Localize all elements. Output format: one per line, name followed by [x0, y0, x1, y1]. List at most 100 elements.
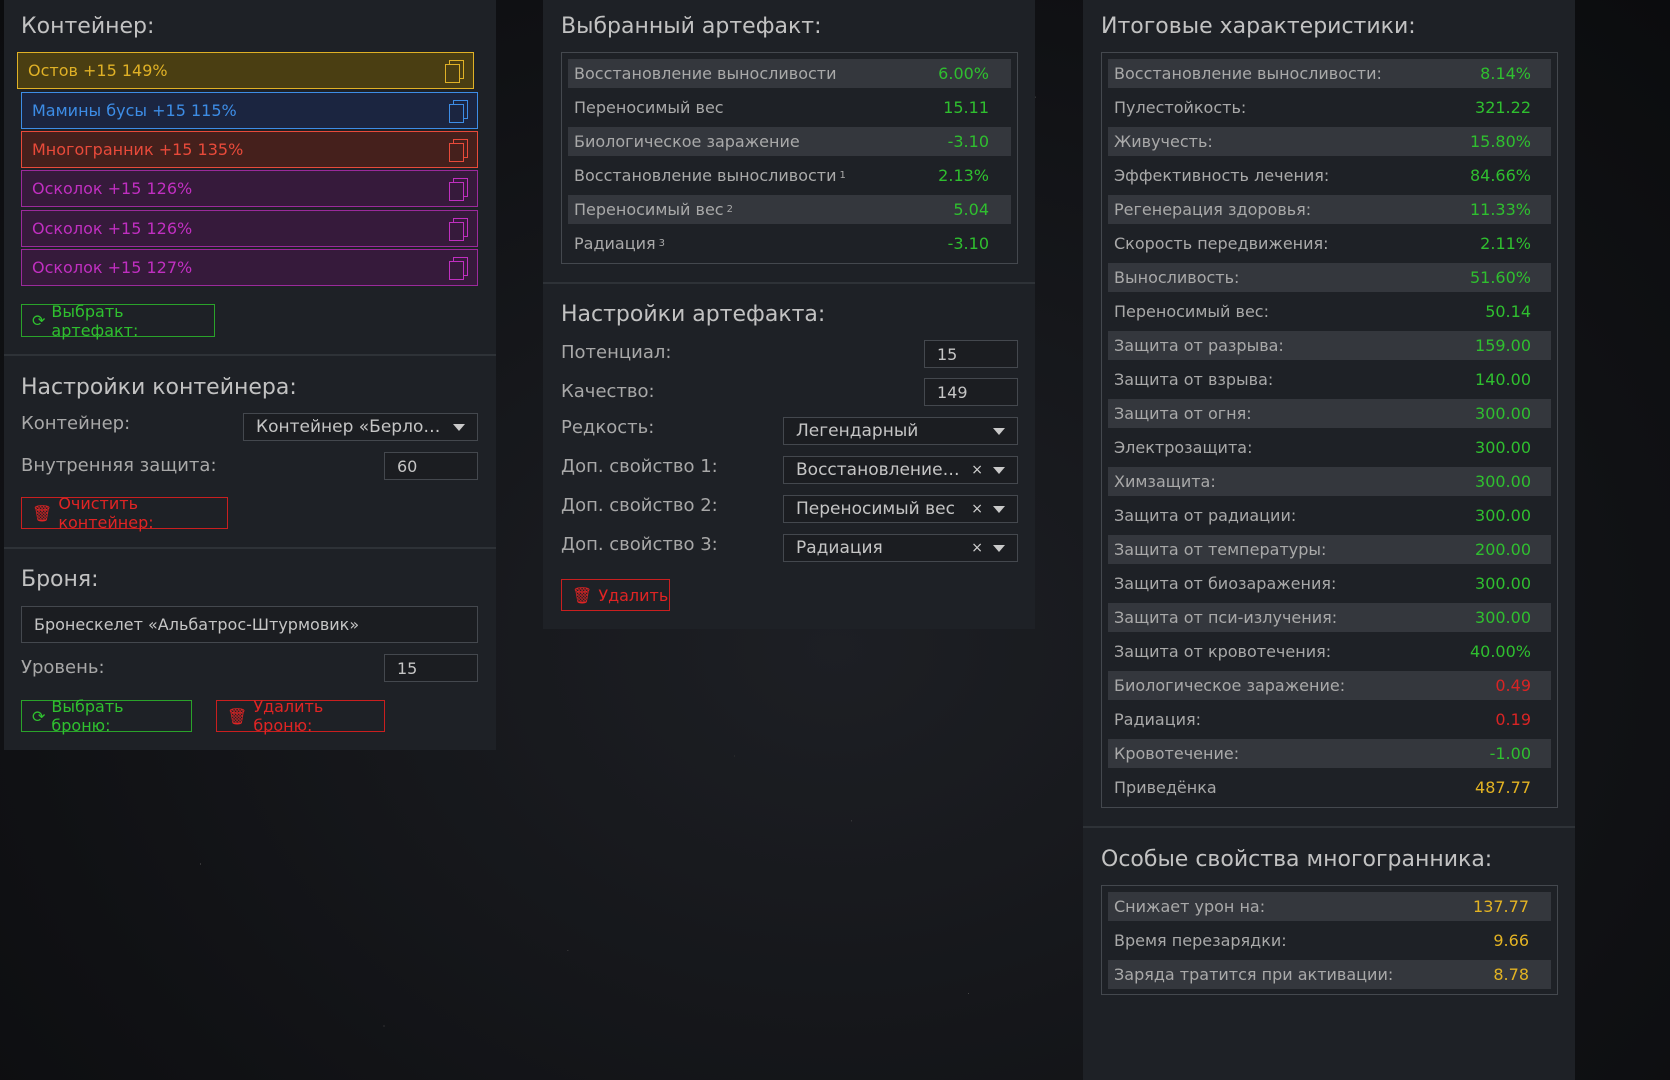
stat-row: Восстановление выносливости 6.00%: [568, 59, 1011, 88]
stat-row: Восстановление выносливости 1 2.13%: [568, 161, 1011, 190]
potential-label: Потенциал:: [561, 342, 672, 363]
total-value: 0.19: [1495, 710, 1531, 729]
prop1-select[interactable]: Восстановление в... ×: [783, 456, 1018, 484]
total-name: Защита от огня:: [1114, 404, 1252, 423]
clear-icon[interactable]: ×: [971, 462, 983, 478]
total-value: 200.00: [1475, 540, 1531, 559]
container-settings-title: Настройки контейнера:: [21, 375, 297, 400]
artifact-item[interactable]: Осколок +15 127%: [21, 249, 478, 286]
total-name: Пулестойкость:: [1114, 98, 1247, 117]
total-row: Эффективность лечения: 84.66%: [1108, 161, 1551, 190]
artifact-item[interactable]: Мамины бусы +15 115%: [21, 92, 478, 129]
totals-title: Итоговые характеристики:: [1101, 14, 1416, 39]
inner-protection-input[interactable]: 60: [384, 452, 478, 480]
total-row: Защита от взрыва: 140.00: [1108, 365, 1551, 394]
special-row: Снижает урон на: 137.77: [1108, 892, 1551, 921]
container-title: Контейнер:: [21, 14, 155, 39]
total-name: Эффективность лечения:: [1114, 166, 1330, 185]
choose-artifact-button[interactable]: ⟳ Выбрать артефакт:: [21, 301, 215, 340]
total-name: Радиация:: [1114, 710, 1202, 729]
prop2-select[interactable]: Переносимый вес ×: [783, 495, 1018, 523]
choose-armor-button[interactable]: ⟳ Выбрать броню:: [21, 697, 192, 735]
middle-panel: Выбранный артефакт: Восстановление вынос…: [543, 0, 1035, 629]
copy-icon[interactable]: [449, 177, 468, 201]
copy-icon[interactable]: [449, 217, 468, 241]
container-section: Контейнер: Остов +15 149% Мамины бусы +15…: [4, 0, 496, 356]
clear-icon[interactable]: ×: [971, 501, 983, 517]
total-value: 300.00: [1475, 608, 1531, 627]
total-name: Защита от кровотечения:: [1114, 642, 1332, 661]
quality-label: Качество:: [561, 381, 655, 402]
total-value: 2.11%: [1480, 234, 1531, 253]
container-select[interactable]: Контейнер «Берлога...: [243, 413, 478, 441]
total-name: Скорость передвижения:: [1114, 234, 1329, 253]
prop3-select[interactable]: Радиация ×: [783, 534, 1018, 562]
total-value: 300.00: [1475, 472, 1531, 491]
rarity-label: Редкость:: [561, 417, 655, 438]
artifact-settings-section: Настройки артефакта: Потенциал: 15 Качес…: [543, 284, 1035, 629]
totals-table: Восстановление выносливости: 8.14% Пулесто…: [1101, 52, 1558, 808]
total-value: 84.66%: [1469, 166, 1531, 185]
container-select-value: Контейнер «Берлога...: [256, 417, 443, 437]
total-row: Защита от биозаражения: 300.00: [1108, 569, 1551, 598]
stat-name: Переносимый вес: [574, 200, 724, 219]
delete-artifact-label: Удалить: [598, 585, 669, 605]
choose-artifact-label: Выбрать артефакт:: [51, 301, 139, 340]
total-name: Переносимый вес:: [1114, 302, 1269, 321]
armor-input[interactable]: Бронескелет «Альбатрос-Штурмовик»: [21, 606, 478, 643]
level-label: Уровень:: [21, 657, 105, 678]
total-value: 300.00: [1475, 438, 1531, 457]
artifact-item[interactable]: Осколок +15 126%: [21, 170, 478, 207]
total-row: Регенерация здоровья: 11.33%: [1108, 195, 1551, 224]
special-name: Время перезарядки:: [1114, 931, 1287, 950]
total-name: Выносливость:: [1114, 268, 1240, 287]
copy-icon[interactable]: [449, 256, 468, 280]
clear-container-button[interactable]: 🗑 Очистить контейнер:: [21, 494, 228, 532]
total-row: Выносливость: 51.60%: [1108, 263, 1551, 292]
total-row: Электрозащита: 300.00: [1108, 433, 1551, 462]
chevron-down-icon: [993, 505, 1005, 513]
total-row: Защита от разрыва: 159.00: [1108, 331, 1551, 360]
stat-footnote: 3: [658, 238, 666, 249]
total-value: 51.60%: [1469, 268, 1531, 287]
total-row: Восстановление выносливости: 8.14%: [1108, 59, 1551, 88]
artifact-item[interactable]: Остов +15 149%: [17, 52, 474, 89]
artifact-label: Многогранник +15 135%: [32, 140, 244, 159]
prop2-label: Доп. свойство 2:: [561, 495, 718, 516]
copy-icon[interactable]: [449, 138, 468, 162]
artifact-item[interactable]: Осколок +15 126%: [21, 210, 478, 247]
trash-icon: 🗑: [572, 585, 593, 605]
copy-icon[interactable]: [445, 59, 464, 83]
quality-input[interactable]: 149: [924, 378, 1018, 406]
special-title: Особые свойства многогранника:: [1101, 847, 1493, 872]
potential-input[interactable]: 15: [924, 340, 1018, 368]
total-value: 8.14%: [1480, 64, 1531, 83]
stat-footnote: 2: [726, 204, 733, 215]
refresh-icon: ⟳: [32, 706, 46, 726]
stat-name: Восстановление выносливости: [574, 64, 837, 83]
copy-icon[interactable]: [449, 99, 468, 123]
prop1-select-value: Восстановление в...: [796, 460, 964, 480]
artifact-item[interactable]: Многогранник +15 135%: [21, 131, 478, 168]
total-value: 321.22: [1475, 98, 1531, 117]
refresh-icon: ⟳: [32, 311, 46, 330]
special-name: Снижает урон на:: [1114, 897, 1266, 916]
total-value: 140.00: [1475, 370, 1531, 389]
delete-artifact-button[interactable]: 🗑 Удалить: [561, 579, 670, 611]
stat-name: Восстановление выносливости: [574, 166, 837, 185]
total-name: Защита от биозаражения:: [1114, 574, 1337, 593]
selected-artifact-title: Выбранный артефакт:: [561, 14, 822, 39]
totals-section: Итоговые характеристики: Восстановление …: [1083, 0, 1575, 828]
total-row: Защита от кровотечения: 40.00%: [1108, 637, 1551, 666]
level-input[interactable]: 15: [384, 654, 478, 682]
rarity-select[interactable]: Легендарный: [783, 417, 1018, 445]
total-row: Защита от радиации: 300.00: [1108, 501, 1551, 530]
stat-value: 6.00%: [938, 64, 989, 83]
stat-name: Радиация: [574, 234, 656, 253]
clear-icon[interactable]: ×: [971, 540, 983, 556]
chevron-down-icon: [993, 466, 1005, 474]
stat-row: Переносимый вес 2 5.04: [568, 195, 1011, 224]
container-settings-section: Настройки контейнера: Контейнер: Контейн…: [4, 356, 496, 549]
special-row: Заряда тратится при активации: 8.78: [1108, 960, 1551, 989]
delete-armor-button[interactable]: 🗑 Удалить броню:: [216, 697, 385, 735]
